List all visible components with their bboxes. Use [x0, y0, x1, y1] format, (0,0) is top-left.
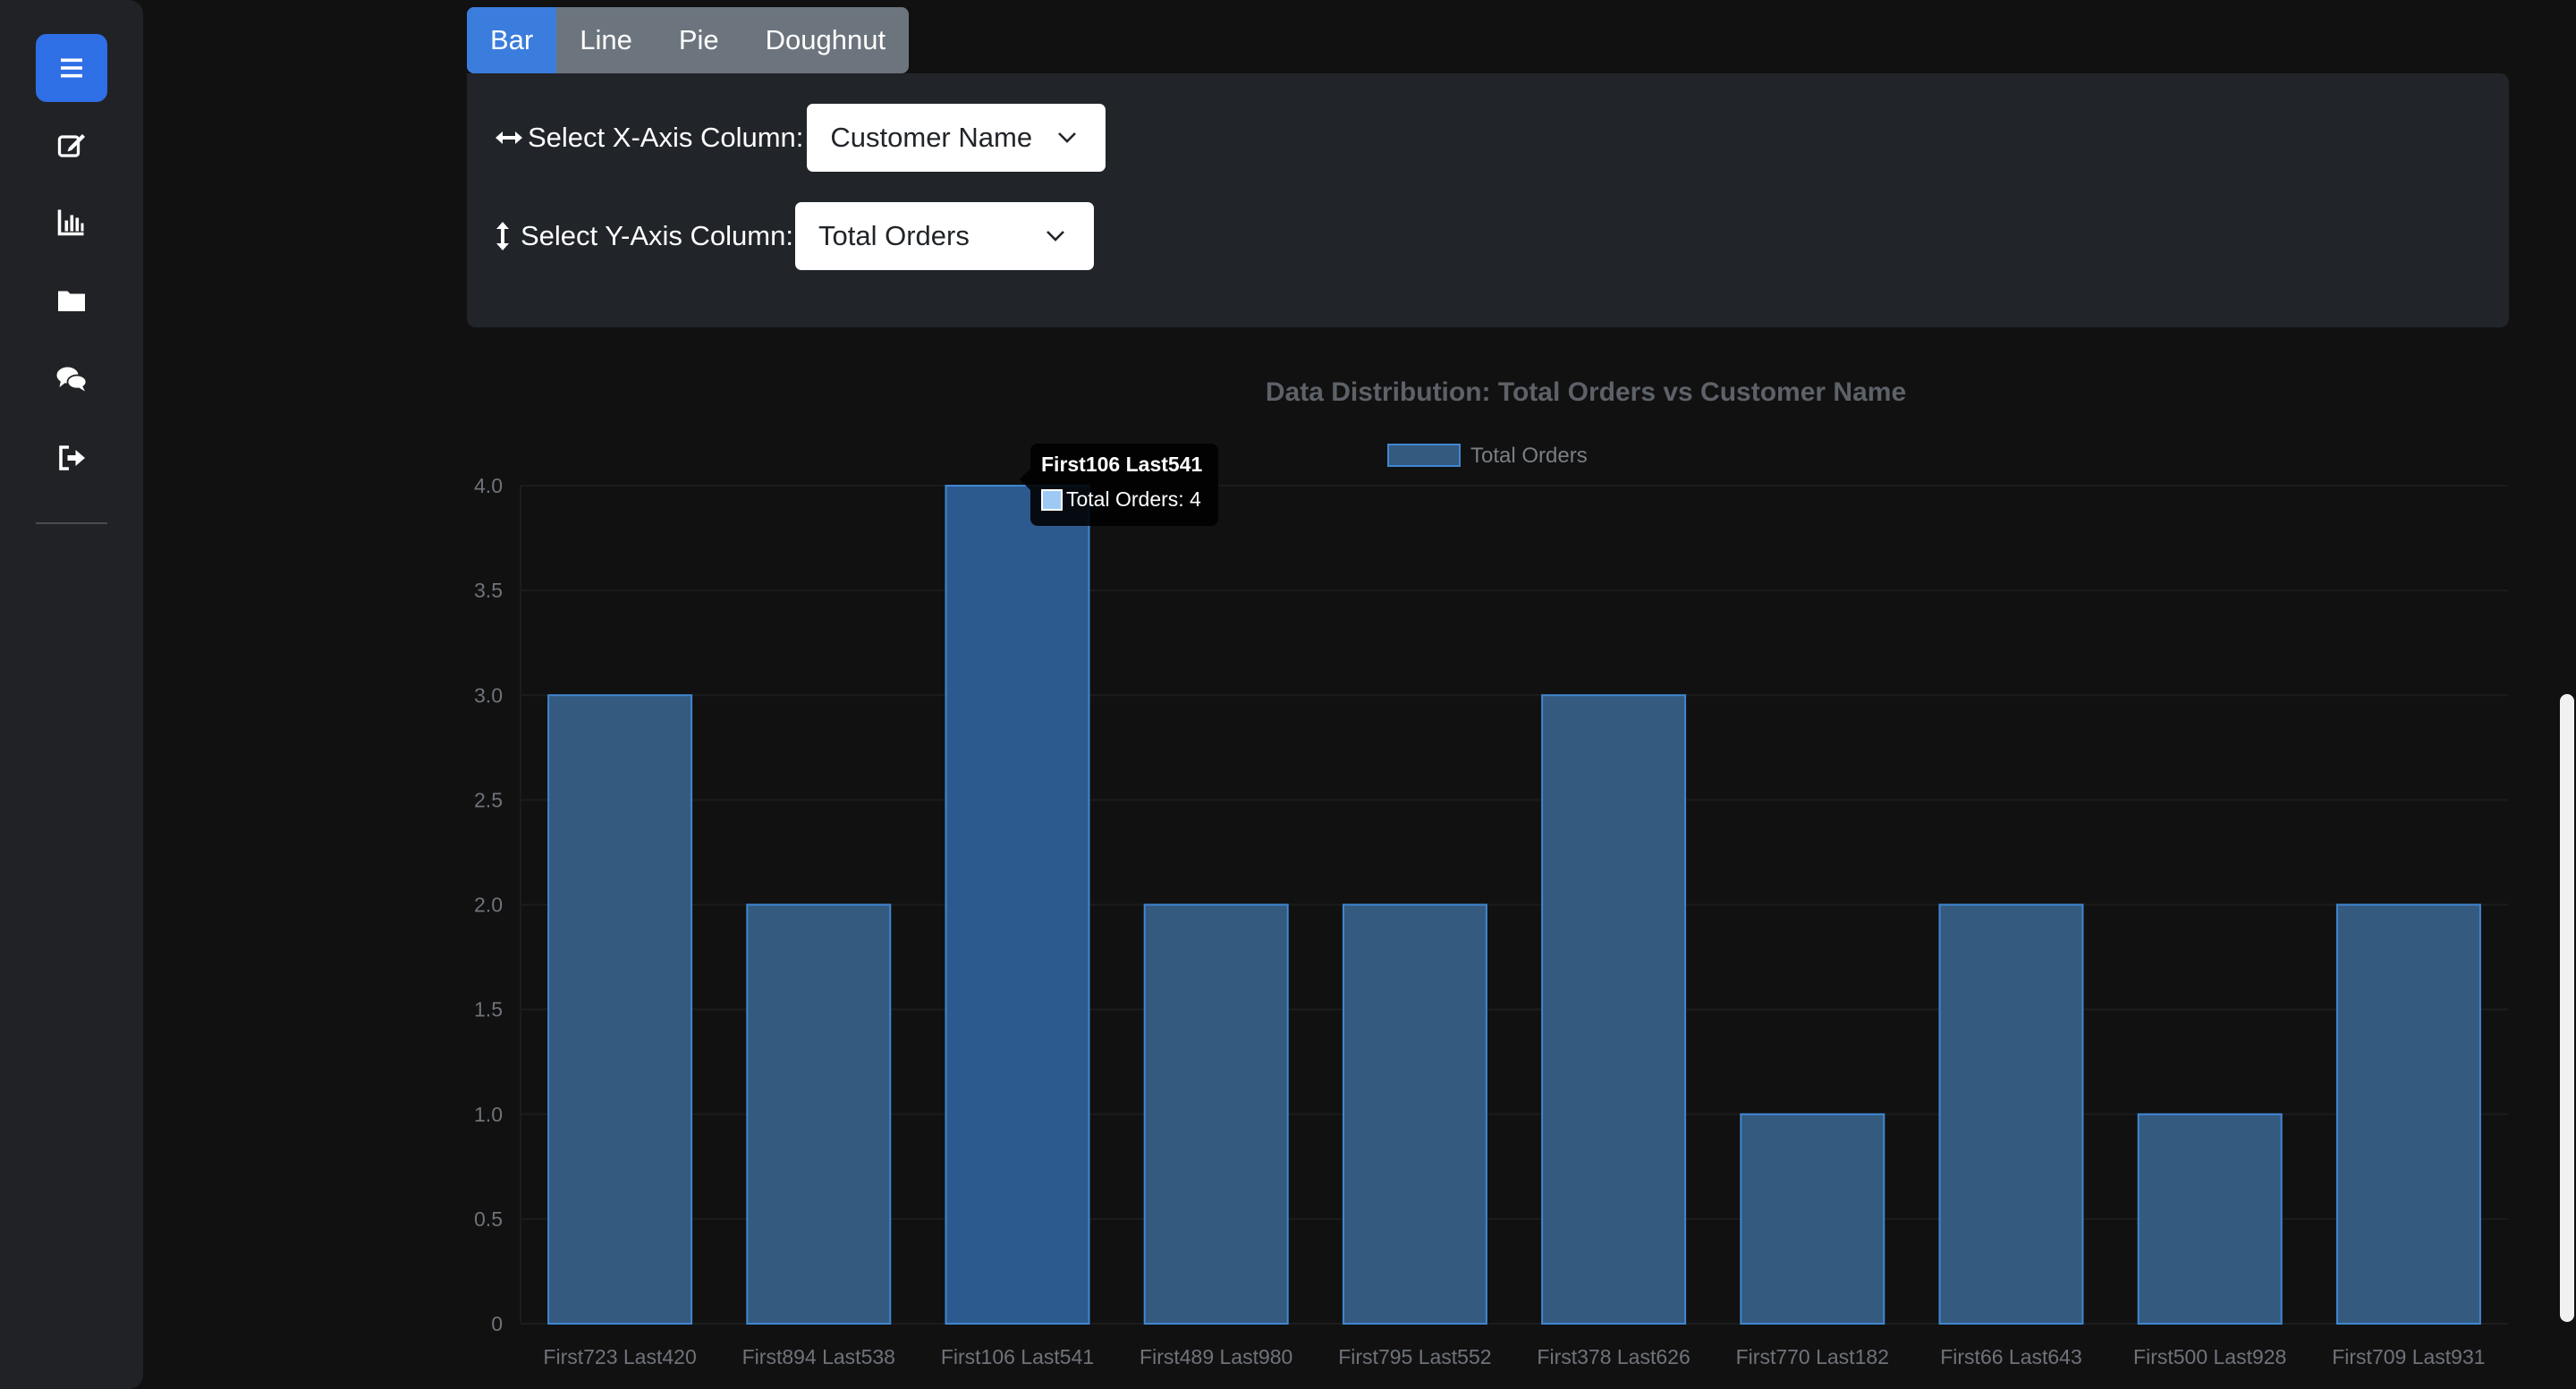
x-tick-label: First770 Last182: [1736, 1345, 1889, 1368]
bar-chart: Data Distribution: Total Orders vs Custo…: [474, 377, 2508, 1368]
scrollbar-thumb[interactable]: [2560, 694, 2574, 1322]
tooltip-title: First106 Last541: [1041, 453, 1203, 476]
bar: [547, 694, 693, 1325]
y-tick-label: 2.0: [474, 894, 503, 917]
y-tick-label: 2.5: [474, 788, 503, 811]
x-tick-label: First723 Last420: [543, 1345, 696, 1368]
x-tick-label: First378 Last626: [1537, 1345, 1690, 1368]
y-tick-label: 3.5: [474, 579, 503, 602]
x-tick-label: First894 Last538: [742, 1345, 895, 1368]
y-tick-label: 1.5: [474, 998, 503, 1021]
y-tick-label: 3.0: [474, 683, 503, 707]
tooltip-swatch: [1041, 488, 1063, 511]
legend-label: Total Orders: [1470, 444, 1588, 468]
bar: [1740, 1113, 1885, 1325]
y-tick-label: 0: [491, 1312, 503, 1335]
bar: [2335, 903, 2481, 1325]
bar: [1143, 903, 1289, 1325]
y-tick-label: 0.5: [474, 1207, 503, 1231]
x-tick-label: First500 Last928: [2133, 1345, 2286, 1368]
bar: [1541, 694, 1687, 1325]
x-tick-label: First709 Last931: [2332, 1345, 2485, 1368]
legend-swatch: [1387, 444, 1461, 467]
bar: [945, 485, 1090, 1325]
bar: [746, 903, 892, 1325]
y-tick-label: 1.0: [474, 1103, 503, 1126]
x-tick-label: First795 Last552: [1338, 1345, 1491, 1368]
chart-title: Data Distribution: Total Orders vs Custo…: [1266, 377, 1906, 407]
x-tick-label: First489 Last980: [1140, 1345, 1292, 1368]
tooltip-value: Total Orders: 4: [1066, 487, 1201, 511]
bar: [2137, 1113, 2283, 1325]
y-tick-label: 4.0: [474, 474, 503, 497]
x-tick-label: First106 Last541: [941, 1345, 1094, 1368]
tooltip-body: Total Orders: 4: [1041, 487, 1208, 512]
bar: [1938, 903, 2084, 1325]
bar: [1342, 903, 1487, 1325]
x-tick-label: First66 Last643: [1940, 1345, 2082, 1368]
chart-tooltip: First106 Last541 Total Orders: 4: [1020, 444, 1218, 526]
